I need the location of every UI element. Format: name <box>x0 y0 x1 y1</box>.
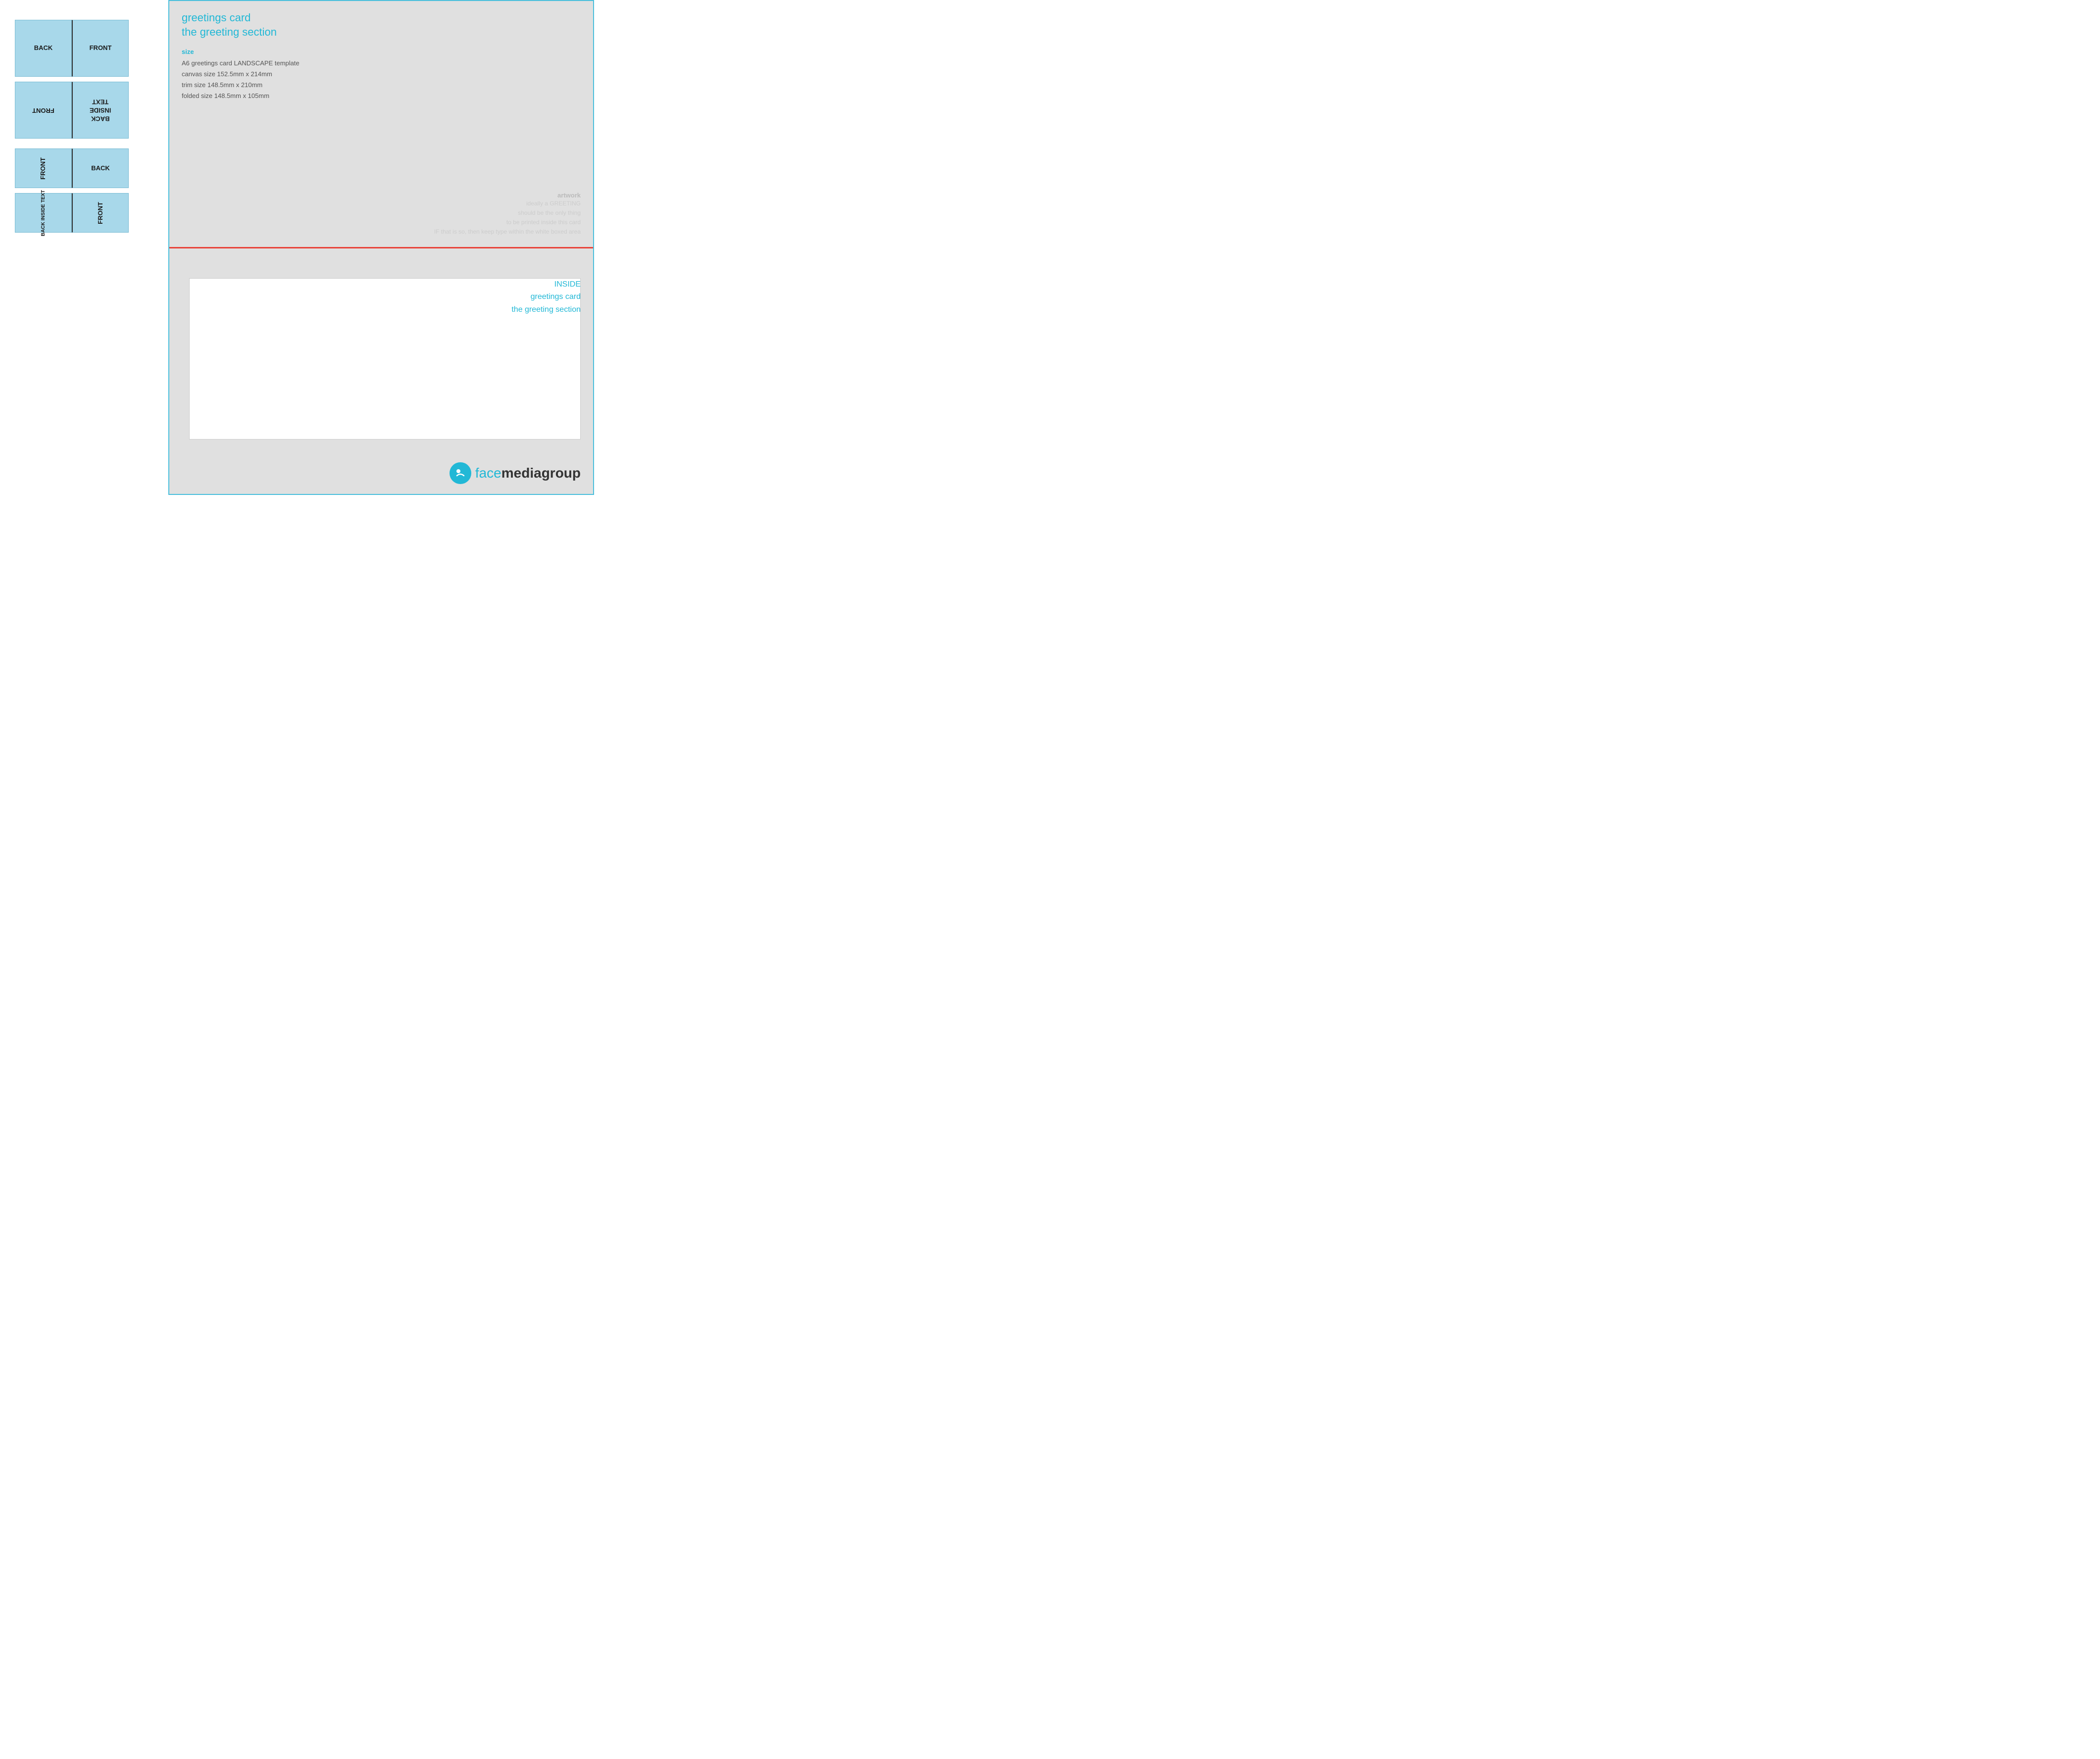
card-diagrams: BACK FRONT FRONT BACKINSIDETEXT FRONT BA… <box>15 20 158 233</box>
card-row-2: FRONT BACKINSIDETEXT <box>15 82 158 139</box>
top-section: greetings card the greeting section size… <box>169 1 593 248</box>
card-front-label-2: FRONT <box>32 106 54 114</box>
card-front-label-1: FRONT <box>90 44 112 52</box>
left-panel: BACK FRONT FRONT BACKINSIDETEXT FRONT BA… <box>0 0 168 495</box>
card-back-inside-label-4: BACK INSIDE TEXT <box>40 190 47 236</box>
size-detail-1: A6 greetings card LANDSCAPE template <box>182 58 581 69</box>
inside-label-text-2: greetings card <box>511 291 581 303</box>
card-back-inside-4: BACK INSIDE TEXT <box>15 193 72 233</box>
card-back-label-1: BACK <box>34 44 53 52</box>
size-details: A6 greetings card LANDSCAPE template can… <box>182 58 581 101</box>
card-back-inside-2: BACKINSIDETEXT <box>72 82 129 139</box>
right-panel: greetings card the greeting section size… <box>168 0 594 495</box>
artwork-line-4: IF that is so, then keep type within the… <box>434 227 581 237</box>
artwork-text: ideally a GREETING should be the only th… <box>434 199 581 237</box>
card-back-label-3: BACK <box>91 164 110 173</box>
card-row-3: FRONT BACK <box>15 148 158 188</box>
size-detail-3: trim size 148.5mm x 210mm <box>182 80 581 91</box>
card-row-4: BACK INSIDE TEXT FRONT <box>15 193 158 233</box>
inside-label: INSIDE greetings card the greeting secti… <box>511 278 581 316</box>
card-title-line2: the greeting section <box>182 26 277 38</box>
artwork-title: artwork <box>434 192 581 199</box>
inside-label-text-1: INSIDE <box>511 278 581 291</box>
card-back-3: BACK <box>72 148 129 188</box>
card-title-line1: greetings card <box>182 11 250 24</box>
logo-area: facemediagroup <box>450 462 581 484</box>
card-row-1: BACK FRONT <box>15 20 158 77</box>
card-front-1: FRONT <box>72 20 129 77</box>
logo-face: face <box>475 465 501 481</box>
logo-mediagroup: mediagroup <box>501 465 581 481</box>
card-front-label-4: FRONT <box>97 202 105 224</box>
artwork-block: artwork ideally a GREETING should be the… <box>434 192 581 237</box>
card-front-label-3: FRONT <box>39 157 48 180</box>
inside-label-text-3: the greeting section <box>511 303 581 316</box>
card-back-inside-label-2: BACKINSIDETEXT <box>90 98 111 123</box>
artwork-line-1: ideally a GREETING <box>434 199 581 208</box>
size-detail-2: canvas size 152.5mm x 214mm <box>182 69 581 80</box>
card-title: greetings card the greeting section <box>182 11 581 39</box>
card-front-2: FRONT <box>15 82 72 139</box>
artwork-line-3: to be printed inside this card <box>434 218 581 227</box>
size-label: size <box>182 48 581 55</box>
card-front-3: FRONT <box>15 148 72 188</box>
artwork-line-2: should be the only thing <box>434 208 581 218</box>
card-back-1: BACK <box>15 20 72 77</box>
card-front-4: FRONT <box>72 193 129 233</box>
size-detail-4: folded size 148.5mm x 105mm <box>182 91 581 101</box>
logo-text: facemediagroup <box>475 465 581 481</box>
bottom-section: INSIDE greetings card the greeting secti… <box>169 248 593 494</box>
logo-icon <box>450 462 471 484</box>
